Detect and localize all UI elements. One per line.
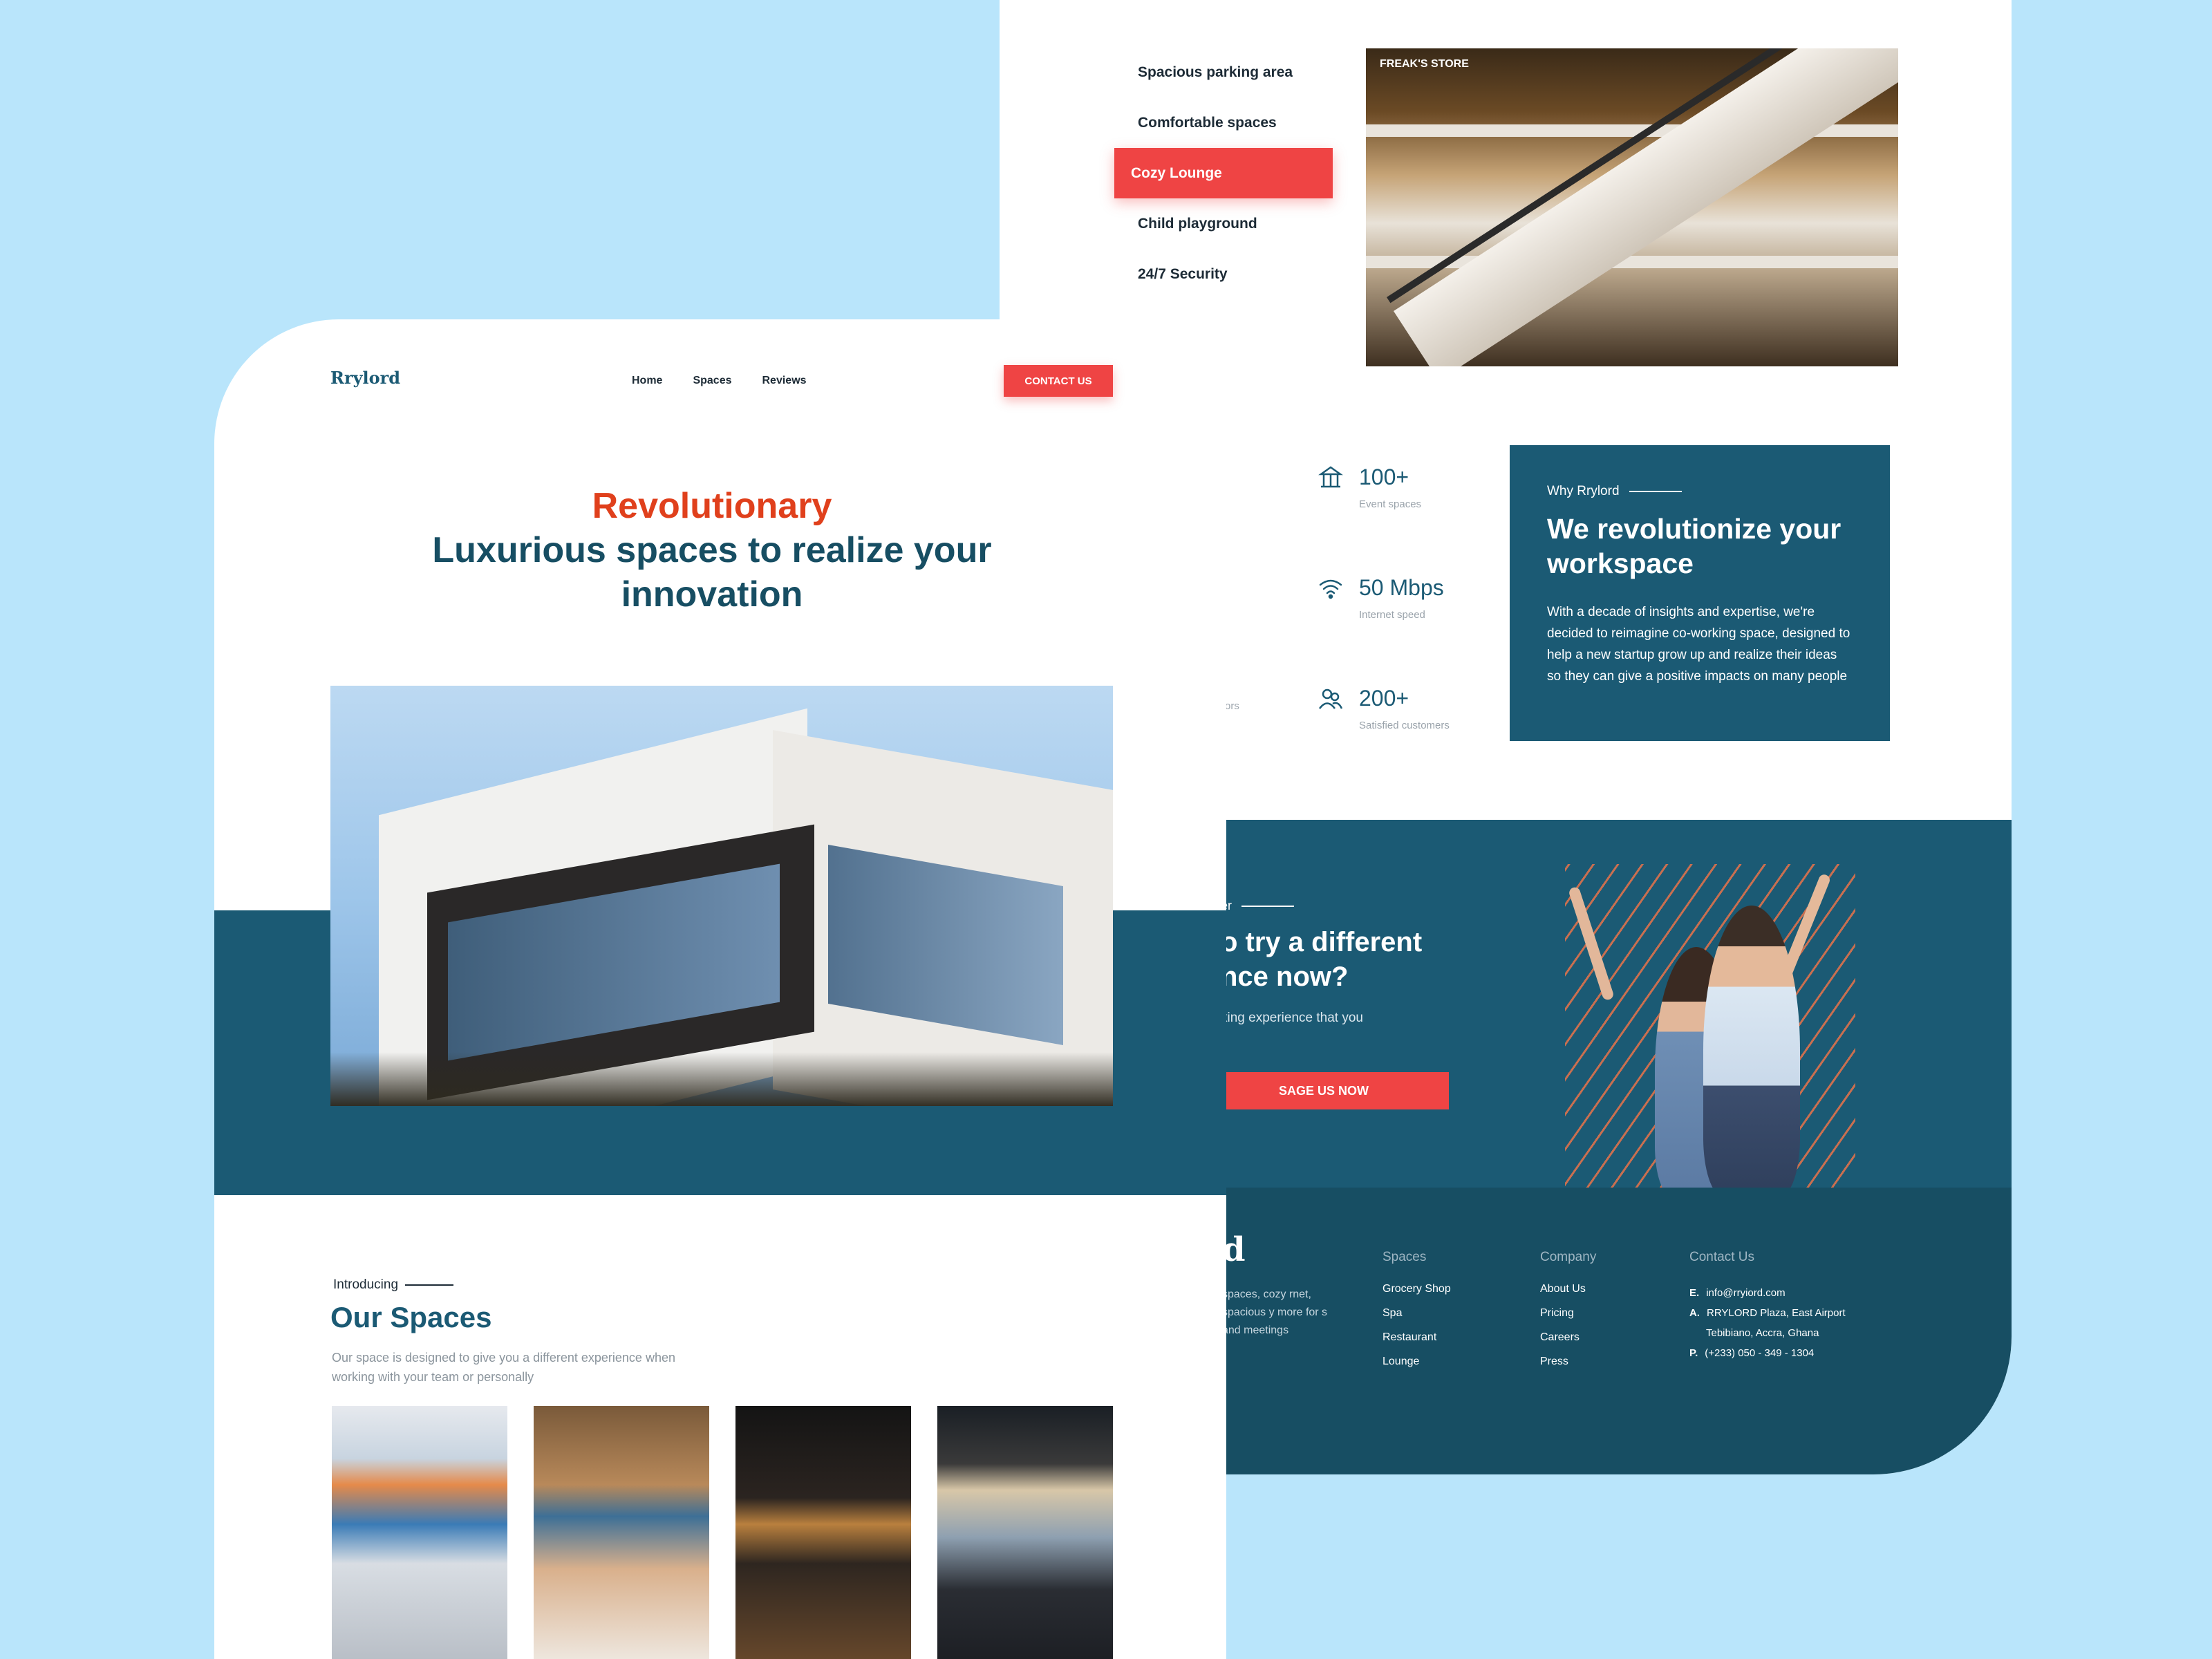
- space-card-spa[interactable]: [534, 1406, 709, 1659]
- amenity-item-active[interactable]: Cozy Lounge: [1114, 148, 1333, 198]
- footer-email[interactable]: E. info@rryiord.com: [1689, 1283, 1846, 1303]
- contact-us-button[interactable]: CONTACT US: [1004, 365, 1113, 397]
- space-card-grocery[interactable]: [332, 1406, 507, 1659]
- footer-column-title: Spaces: [1382, 1250, 1427, 1264]
- hero-line: Luxurious spaces to realize your innovat…: [432, 530, 992, 615]
- amenity-item[interactable]: Spacious parking area: [1114, 47, 1335, 97]
- message-us-button[interactable]: SAGE US NOW: [1221, 1072, 1449, 1109]
- brand-logo[interactable]: Rrylord: [330, 368, 400, 388]
- cta-subtitle: king experience that you: [1221, 1011, 1363, 1025]
- footer-link[interactable]: Grocery Shop: [1382, 1283, 1451, 1307]
- why-eyebrow: Why Rrylord: [1547, 484, 1853, 499]
- footer-link[interactable]: Careers: [1540, 1331, 1596, 1356]
- hero-accent: Revolutionary: [592, 486, 832, 526]
- nav-link-home[interactable]: Home: [632, 375, 662, 387]
- amenities-list: Spacious parking area Comfortable spaces…: [1114, 47, 1335, 299]
- front-page-preview: Rrylord Home Spaces Reviews CONTACT US R…: [214, 319, 1226, 1659]
- footer-about: spaces, cozy rnet, spacious y more for s…: [1222, 1288, 1328, 1336]
- store-sign: FREAK'S STORE: [1380, 58, 1469, 70]
- footer-column-title: Contact Us: [1689, 1250, 1754, 1264]
- happy-couple-photo: [1565, 864, 1855, 1188]
- nav-link-spaces[interactable]: Spaces: [693, 375, 731, 387]
- footer-link[interactable]: Lounge: [1382, 1356, 1451, 1380]
- stat-value: 50 Mbps: [1359, 575, 1444, 600]
- footer-phone[interactable]: P. (+233) 050 - 349 - 1304: [1689, 1343, 1846, 1363]
- why-body: With a decade of insights and expertise,…: [1547, 605, 1850, 684]
- spaces-eyebrow: Introducing: [333, 1277, 454, 1293]
- amenity-item[interactable]: Comfortable spaces: [1114, 97, 1335, 148]
- stat-label: Event spaces: [1359, 498, 1422, 510]
- footer-link[interactable]: About Us: [1540, 1283, 1596, 1307]
- cta-title: o try a different nce now?: [1221, 927, 1423, 992]
- amenity-item[interactable]: Child playground: [1114, 198, 1335, 249]
- why-title: We revolutionize your workspace: [1547, 513, 1841, 579]
- space-card-restaurant[interactable]: [735, 1406, 911, 1659]
- stats-list: 100+ Event spaces 50 Mbps Internet speed…: [1318, 465, 1450, 796]
- footer-link[interactable]: Restaurant: [1382, 1331, 1451, 1356]
- footer-company-column: Company About Us Pricing Careers Press: [1540, 1250, 1596, 1380]
- hero-heading: Revolutionary Luxurious spaces to realiz…: [422, 484, 1002, 617]
- cta-eyebrow: er: [1221, 899, 1295, 913]
- stat-event-spaces: 100+ Event spaces: [1318, 465, 1450, 510]
- users-icon: [1318, 686, 1344, 712]
- stat-label: Internet speed: [1359, 609, 1425, 621]
- stat-value: 200+: [1359, 686, 1409, 711]
- stat-customers: 200+ Satisfied customers: [1318, 686, 1450, 731]
- stat-internet: 50 Mbps Internet speed: [1318, 575, 1450, 621]
- footer-link[interactable]: Pricing: [1540, 1307, 1596, 1331]
- nav-link-reviews[interactable]: Reviews: [762, 375, 807, 387]
- footer-address-line2: Tebibiano, Accra, Ghana: [1706, 1327, 1819, 1339]
- footer-link[interactable]: Press: [1540, 1356, 1596, 1380]
- footer-spaces-column: Spaces Grocery Shop Spa Restaurant Loung…: [1382, 1250, 1451, 1380]
- footer-column-title: Company: [1540, 1250, 1597, 1264]
- wifi-icon: [1318, 575, 1344, 601]
- footer-contact-column: Contact Us E. info@rryiord.com A. RRYLORD …: [1689, 1250, 1846, 1363]
- space-card-lounge[interactable]: [937, 1406, 1113, 1659]
- amenity-item[interactable]: 24/7 Security: [1114, 249, 1335, 299]
- carousel-icon: [1318, 465, 1344, 491]
- why-rrylord-card: Why Rrylord We revolutionize your worksp…: [1510, 445, 1890, 741]
- modern-building-photo: [330, 686, 1113, 1106]
- footer-link[interactable]: Spa: [1382, 1307, 1451, 1331]
- mall-escalator-photo: FREAK'S STORE: [1366, 48, 1898, 366]
- spaces-title: Our Spaces: [330, 1301, 492, 1333]
- stat-value: 100+: [1359, 465, 1409, 489]
- footer-address: A. RRYLORD Plaza, East Airport: [1689, 1307, 1846, 1319]
- spaces-description: Our space is designed to give you a diff…: [332, 1351, 675, 1384]
- cut-off-stat-label: ors: [1225, 700, 1239, 712]
- stat-label: Satisfied customers: [1359, 720, 1450, 731]
- main-nav: Home Spaces Reviews: [632, 375, 807, 387]
